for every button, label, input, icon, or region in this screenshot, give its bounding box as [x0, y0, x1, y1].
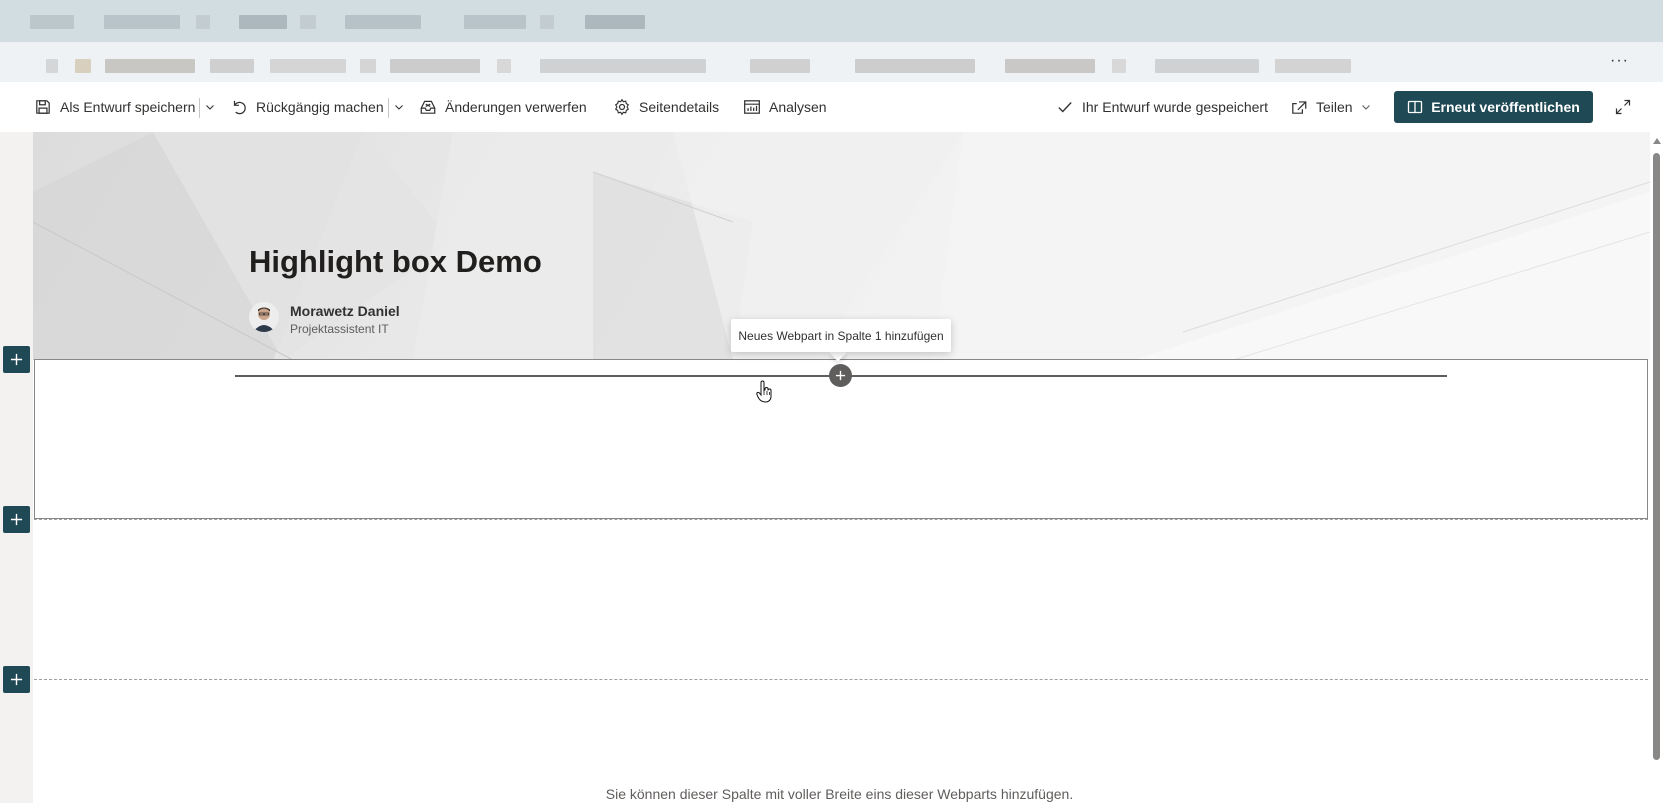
discard-changes-button[interactable]: Änderungen verwerfen: [419, 94, 587, 120]
add-section-button-3[interactable]: [3, 666, 30, 693]
save-icon: [36, 100, 50, 114]
page-details-button[interactable]: Seitendetails: [613, 94, 719, 120]
tooltip-text: Neues Webpart in Spalte 1 hinzufügen: [738, 328, 944, 343]
republish-label: Erneut veröffentlichen: [1431, 99, 1580, 115]
avatar: [249, 302, 279, 332]
share-options-chevron[interactable]: [1359, 96, 1373, 118]
divider: [388, 98, 389, 118]
undo-button[interactable]: Rückgängig machen: [230, 94, 384, 120]
save-options-chevron[interactable]: [203, 96, 217, 118]
add-webpart-tooltip: Neues Webpart in Spalte 1 hinzufügen: [731, 319, 951, 352]
save-draft-button[interactable]: Als Entwurf speichern: [34, 94, 195, 120]
chevron-down-icon: [206, 105, 214, 110]
scrollbar-thumb[interactable]: [1653, 153, 1660, 760]
draft-saved-status: Ihr Entwurf wurde gespeichert: [1056, 94, 1268, 120]
plus-icon: [10, 513, 23, 526]
add-section-button-2[interactable]: [3, 506, 30, 533]
undo-label: Rückgängig machen: [256, 99, 384, 115]
undo-options-chevron[interactable]: [392, 96, 406, 118]
section-divider: [34, 519, 1648, 520]
add-section-button-1[interactable]: [3, 346, 30, 373]
page-title[interactable]: Highlight box Demo: [249, 244, 542, 280]
draft-saved-label: Ihr Entwurf wurde gespeichert: [1082, 99, 1268, 115]
share-icon: [1292, 101, 1307, 114]
expand-button[interactable]: [1612, 96, 1634, 118]
plus-icon: [835, 370, 846, 381]
webpart-hint: Sie können dieser Spalte mit voller Brei…: [0, 786, 1663, 802]
more-options-button[interactable]: ···: [1610, 52, 1629, 70]
analytics-icon: [744, 100, 760, 114]
book-icon: [1408, 100, 1423, 114]
checkmark-icon: [1058, 102, 1072, 113]
analytics-label: Analysen: [769, 99, 827, 115]
chevron-down-icon: [1362, 105, 1370, 110]
share-button[interactable]: Teilen: [1290, 94, 1353, 120]
page-details-label: Seitendetails: [639, 99, 720, 115]
chevron-down-icon: [395, 105, 403, 110]
author-name: Morawetz Daniel: [290, 303, 400, 319]
hand-cursor-icon: [756, 380, 772, 403]
person-icon: [249, 302, 279, 332]
webpart-hint-text: Sie können dieser Spalte mit voller Brei…: [605, 786, 1074, 802]
undo-icon: [233, 100, 246, 115]
gear-icon: [614, 98, 630, 116]
blurred-site-nav: [0, 42, 1663, 82]
expand-icon: [1615, 99, 1631, 115]
plus-icon: [10, 673, 23, 686]
scroll-up-arrow[interactable]: [1653, 138, 1661, 144]
author-role: Projektassistent IT: [290, 322, 389, 336]
discard-changes-label: Änderungen verwerfen: [445, 99, 587, 115]
discard-icon: [420, 100, 436, 114]
left-gutter: [0, 132, 33, 803]
blurred-tab-bar: [0, 0, 1663, 42]
analytics-button[interactable]: Analysen: [743, 94, 827, 120]
share-label: Teilen: [1316, 99, 1353, 115]
republish-button[interactable]: Erneut veröffentlichen: [1394, 91, 1593, 123]
plus-icon: [10, 353, 23, 366]
divider: [199, 98, 200, 118]
section-divider: [34, 679, 1648, 680]
save-draft-label: Als Entwurf speichern: [60, 99, 196, 115]
add-webpart-button[interactable]: [829, 364, 852, 387]
